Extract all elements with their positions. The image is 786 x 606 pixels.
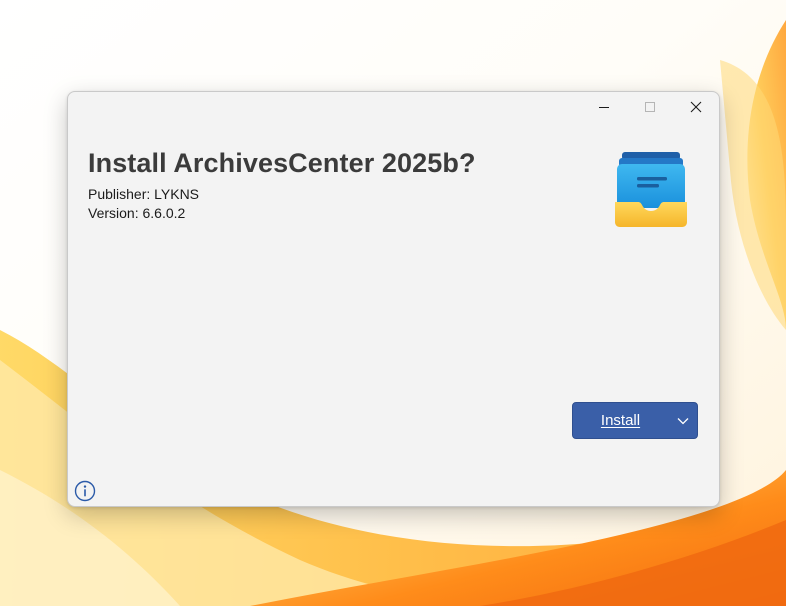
close-button[interactable]	[673, 92, 719, 122]
info-icon[interactable]	[74, 480, 96, 502]
install-options-dropdown[interactable]	[668, 403, 697, 438]
publisher-text: Publisher: LYKNS	[88, 186, 200, 202]
maximize-icon	[645, 102, 655, 112]
install-button-label: Install	[600, 412, 641, 429]
archive-tray-icon	[615, 152, 687, 227]
install-split-button: Install	[572, 402, 698, 439]
version-text: Version: 6.6.0.2	[88, 205, 186, 221]
minimize-button[interactable]	[581, 92, 627, 122]
dialog-title: Install ArchivesCenter 2025b?	[88, 148, 476, 178]
chevron-down-icon	[677, 417, 688, 424]
minimize-icon	[599, 107, 609, 108]
window-caption-buttons	[581, 92, 719, 122]
close-icon	[690, 101, 702, 113]
maximize-button	[627, 92, 673, 122]
install-button[interactable]: Install	[573, 403, 668, 438]
install-dialog: Install ArchivesCenter 2025b? Publisher:…	[67, 91, 720, 507]
desktop: Install ArchivesCenter 2025b? Publisher:…	[0, 0, 786, 606]
